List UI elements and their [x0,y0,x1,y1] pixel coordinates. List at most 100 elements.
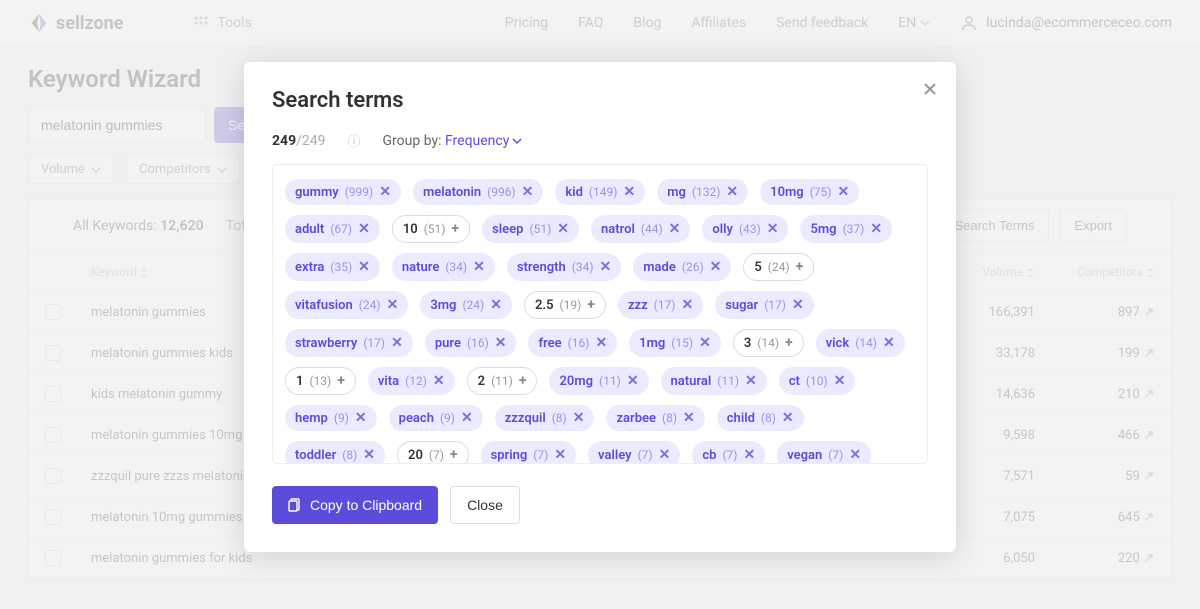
term-chip[interactable]: 10 (51) + [392,215,470,243]
term-chip[interactable]: 10mg (75) ✕ [760,179,859,205]
chip-remove-icon[interactable]: ✕ [461,410,473,426]
term-chip[interactable]: zarbee (8) ✕ [606,405,704,431]
chip-remove-icon[interactable]: ✕ [387,297,399,313]
chip-count: (996) [487,185,516,199]
term-chip[interactable]: natrol (44) ✕ [591,215,690,243]
chip-remove-icon[interactable]: ✕ [710,259,722,275]
chip-remove-icon[interactable]: ✕ [870,221,882,237]
chip-remove-icon[interactable]: ✕ [379,184,391,200]
term-chip[interactable]: peach (9) ✕ [389,405,483,431]
term-chip[interactable]: spring (7) ✕ [481,441,576,464]
chip-remove-icon[interactable]: ✕ [883,335,895,351]
chip-remove-icon[interactable]: ✕ [782,410,794,426]
term-chip[interactable]: valley (7) ✕ [588,441,680,464]
term-chip[interactable]: 5 (24) + [743,253,814,281]
term-chip[interactable]: 5mg (37) ✕ [800,215,892,243]
term-chip[interactable]: sugar (17) ✕ [715,291,814,319]
chip-remove-icon[interactable]: ✕ [600,259,612,275]
chip-add-icon[interactable]: + [337,373,345,389]
chip-remove-icon[interactable]: ✕ [554,447,566,463]
chip-remove-icon[interactable]: ✕ [669,221,681,237]
modal-close-button[interactable] [922,80,938,103]
term-chip[interactable]: vita (12) ✕ [368,367,455,395]
chip-remove-icon[interactable]: ✕ [433,373,445,389]
term-chip[interactable]: 2.5 (19) + [524,291,606,319]
term-chip[interactable]: 2 (11) + [467,367,538,395]
chip-remove-icon[interactable]: ✕ [837,184,849,200]
chip-remove-icon[interactable]: ✕ [363,447,375,463]
chip-remove-icon[interactable]: ✕ [391,335,403,351]
term-chip[interactable]: vegan (7) ✕ [777,441,871,464]
chip-count: (37) [843,222,865,236]
term-chip[interactable]: 3mg (24) ✕ [420,291,512,319]
term-chip[interactable]: 20mg (11) ✕ [549,367,648,395]
chip-term: hemp [295,411,328,426]
chip-add-icon[interactable]: + [450,447,458,463]
info-icon[interactable]: ⓘ [348,131,361,150]
chip-term: 10mg [770,185,804,200]
chip-remove-icon[interactable]: ✕ [659,447,671,463]
term-chip[interactable]: vitafusion (24) ✕ [285,291,408,319]
term-chip[interactable]: vick (14) ✕ [816,329,905,357]
chip-remove-icon[interactable]: ✕ [627,373,639,389]
chip-add-icon[interactable]: + [519,373,527,389]
chip-remove-icon[interactable]: ✕ [595,335,607,351]
term-chip[interactable]: free (16) ✕ [528,329,617,357]
chip-remove-icon[interactable]: ✕ [358,259,370,275]
chip-add-icon[interactable]: + [451,221,459,237]
chip-remove-icon[interactable]: ✕ [573,410,585,426]
chip-count: (75) [810,185,832,199]
chip-remove-icon[interactable]: ✕ [490,297,502,313]
chip-remove-icon[interactable]: ✕ [473,259,485,275]
term-chip[interactable]: 1mg (15) ✕ [629,329,721,357]
chip-remove-icon[interactable]: ✕ [557,221,569,237]
term-chip[interactable]: adult (67) ✕ [285,215,380,243]
term-chip[interactable]: 3 (14) + [733,329,804,357]
term-chip[interactable]: sleep (51) ✕ [482,215,579,243]
chip-remove-icon[interactable]: ✕ [699,335,711,351]
close-button[interactable]: Close [450,486,520,524]
chip-remove-icon[interactable]: ✕ [358,221,370,237]
chip-remove-icon[interactable]: ✕ [355,410,367,426]
chip-remove-icon[interactable]: ✕ [834,373,846,389]
copy-clipboard-button[interactable]: Copy to Clipboard [272,486,438,524]
chip-remove-icon[interactable]: ✕ [683,410,695,426]
chip-remove-icon[interactable]: ✕ [522,184,534,200]
chip-remove-icon[interactable]: ✕ [849,447,861,463]
term-chip[interactable]: made (26) ✕ [633,253,731,281]
term-chip[interactable]: gummy (999) ✕ [285,179,401,205]
term-chip[interactable]: mg (132) ✕ [657,179,748,205]
term-chip[interactable]: zzzquil (8) ✕ [495,405,595,431]
term-chip[interactable]: 1 (13) + [285,367,356,395]
chip-remove-icon[interactable]: ✕ [681,297,693,313]
chip-remove-icon[interactable]: ✕ [767,221,779,237]
term-chip[interactable]: ct (10) ✕ [779,367,856,395]
term-chip[interactable]: kid (149) ✕ [555,179,645,205]
term-chip[interactable]: zzz (17) ✕ [618,291,703,319]
chip-add-icon[interactable]: + [796,259,804,275]
term-chip[interactable]: pure (16) ✕ [425,329,517,357]
term-chip[interactable]: natural (11) ✕ [661,367,767,395]
term-chip[interactable]: olly (43) ✕ [702,215,788,243]
term-chip[interactable]: strength (34) ✕ [507,253,621,281]
term-chip[interactable]: strawberry (17) ✕ [285,329,413,357]
chip-remove-icon[interactable]: ✕ [743,447,755,463]
chip-remove-icon[interactable]: ✕ [792,297,804,313]
chip-remove-icon[interactable]: ✕ [495,335,507,351]
term-chip[interactable]: nature (34) ✕ [392,253,495,281]
groupby-selector[interactable]: Frequency [445,133,522,149]
term-chip[interactable]: toddler (8) ✕ [285,441,385,464]
chip-remove-icon[interactable]: ✕ [726,184,738,200]
chip-remove-icon[interactable]: ✕ [623,184,635,200]
term-chip[interactable]: melatonin (996) ✕ [413,179,543,205]
chip-remove-icon[interactable]: ✕ [745,373,757,389]
chip-count: (15) [671,336,693,350]
term-chip[interactable]: 20 (7) + [397,441,469,464]
term-chip[interactable]: extra (35) ✕ [285,253,380,281]
term-chip[interactable]: cb (7) ✕ [692,441,765,464]
search-terms-modal: Search terms 249/249 ⓘ Group by: Frequen… [244,62,956,552]
chip-add-icon[interactable]: + [587,297,595,313]
chip-add-icon[interactable]: + [785,335,793,351]
term-chip[interactable]: hemp (9) ✕ [285,405,377,431]
term-chip[interactable]: child (8) ✕ [717,405,804,431]
